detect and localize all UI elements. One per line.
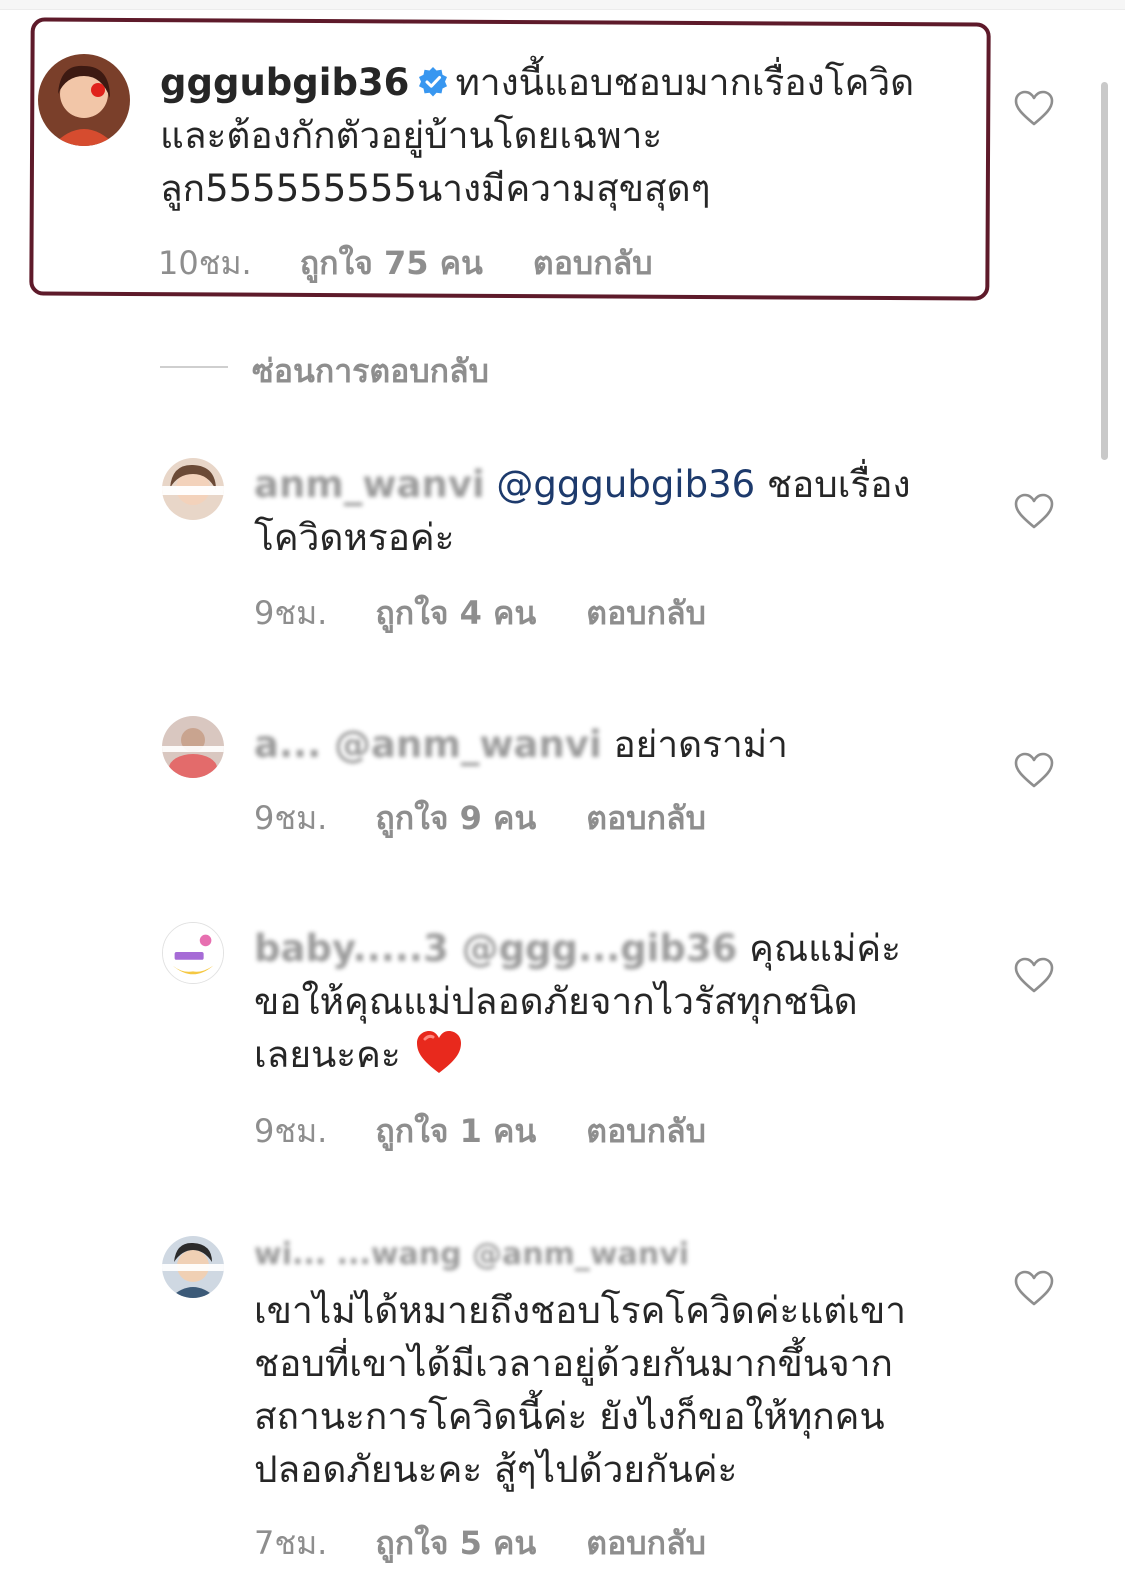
comment-body-line: เลยนะคะ bbox=[254, 1033, 401, 1076]
verified-badge-icon bbox=[417, 59, 449, 97]
comment-username[interactable]: gggubgib36 bbox=[160, 61, 409, 104]
comment-text: anm_wanvi @gggubgib36 ชอบเรื่อง โควิดหรอ… bbox=[254, 458, 974, 564]
comment-time: 9ชม. bbox=[254, 594, 328, 632]
comment-likes[interactable]: ถูกใจ 9 คน bbox=[375, 793, 536, 844]
comment-time: 9ชม. bbox=[254, 799, 328, 837]
comment-username[interactable]: baby.....3 @ggg...gib36 bbox=[254, 922, 737, 975]
comment-body: คุณแม่ค่ะ bbox=[749, 927, 902, 970]
comment-body-line: และต้องกักตัวอยู่บ้านโดยเฉพาะ bbox=[160, 114, 663, 157]
comment-body: ทางนี้แอบชอบมากเรื่องโควิด bbox=[455, 61, 915, 104]
like-heart-icon[interactable] bbox=[1014, 752, 1054, 788]
comment-body-line: สถานะการโควิดนี้ค่ะ ยังไงก็ขอให้ทุกคน bbox=[254, 1395, 885, 1438]
hide-replies-label: ซ่อนการตอบกลับ bbox=[252, 352, 489, 390]
comment-text: baby.....3 @ggg...gib36 คุณแม่ค่ะ ขอให้ค… bbox=[254, 922, 994, 1081]
comment-body-line: ปลอดภัยนะคะ สู้ๆไปด้วยกันค่ะ bbox=[254, 1448, 738, 1491]
avatar[interactable] bbox=[162, 458, 224, 520]
like-heart-icon[interactable] bbox=[1014, 90, 1054, 126]
comment-likes[interactable]: ถูกใจ 1 คน bbox=[375, 1106, 536, 1157]
comment-time: 10ชม. bbox=[158, 244, 252, 282]
comment-likes[interactable]: ถูกใจ 4 คน bbox=[375, 588, 536, 639]
avatar[interactable] bbox=[162, 716, 224, 778]
comment-time: 7ชม. bbox=[254, 1524, 328, 1562]
like-heart-icon[interactable] bbox=[1014, 1270, 1054, 1306]
comment-meta: 7ชม. ถูกใจ 5 คน ตอบกลับ bbox=[254, 1518, 706, 1569]
reply-button[interactable]: ตอบกลับ bbox=[533, 238, 653, 289]
comment-meta: 9ชม. ถูกใจ 4 คน ตอบกลับ bbox=[254, 588, 706, 639]
reply-button[interactable]: ตอบกลับ bbox=[586, 793, 706, 844]
comment-likes[interactable]: ถูกใจ 5 คน bbox=[375, 1518, 536, 1569]
reply-button[interactable]: ตอบกลับ bbox=[586, 1518, 706, 1569]
comment-body: อย่าดราม่า bbox=[613, 723, 788, 766]
comment-username[interactable]: a... @anm_wanvi bbox=[254, 718, 602, 771]
avatar[interactable] bbox=[162, 922, 224, 984]
comment-meta: 10ชม. ถูกใจ 75 คน ตอบกลับ bbox=[158, 238, 653, 289]
like-heart-icon[interactable] bbox=[1014, 493, 1054, 529]
comment-body-line: เขาไม่ได้หมายถึงชอบโรคโควิดค่ะแต่เขา bbox=[254, 1289, 907, 1332]
comment-meta: 9ชม. ถูกใจ 9 คน ตอบกลับ bbox=[254, 793, 706, 844]
like-heart-icon[interactable] bbox=[1014, 957, 1054, 993]
comment-body-line: โควิดหรอค่ะ bbox=[254, 516, 455, 559]
comment-likes[interactable]: ถูกใจ 75 คน bbox=[300, 238, 483, 289]
comment-time: 9ชม. bbox=[254, 1112, 328, 1150]
divider-line bbox=[160, 366, 228, 368]
comments-screen: gggubgib36 ทางนี้แอบชอบมากเรื่องโควิด และ… bbox=[0, 0, 1125, 1579]
scrollbar[interactable] bbox=[1101, 82, 1108, 460]
top-edge bbox=[0, 0, 1125, 10]
comment-text: wi... ...wang @anm_wanvi เขาไม่ได้หมายถึ… bbox=[254, 1230, 1014, 1496]
comment-body-line: ชอบที่เขาได้มีเวลาอยู่ด้วยกันมากขึ้นจาก bbox=[254, 1342, 893, 1385]
comment-text: gggubgib36 ทางนี้แอบชอบมากเรื่องโควิด และ… bbox=[160, 56, 980, 215]
comment-username[interactable]: anm_wanvi bbox=[254, 458, 485, 511]
mention-link[interactable]: @gggubgib36 bbox=[496, 463, 755, 506]
reply-button[interactable]: ตอบกลับ bbox=[586, 1106, 706, 1157]
comment-body-line: ลูก555555555นางมีความสุขสุดๆ bbox=[160, 167, 711, 210]
red-heart-emoji-icon bbox=[415, 1029, 463, 1075]
avatar[interactable] bbox=[162, 1236, 224, 1298]
comment-username[interactable]: wi... ...wang @anm_wanvi bbox=[254, 1230, 689, 1280]
avatar[interactable] bbox=[38, 54, 130, 146]
comment-text: a... @anm_wanvi อย่าดราม่า bbox=[254, 718, 974, 771]
comment-body-line: ขอให้คุณแม่ปลอดภัยจากไวรัสทุกชนิด bbox=[254, 980, 858, 1023]
comment-body: ชอบเรื่อง bbox=[766, 463, 911, 506]
reply-button[interactable]: ตอบกลับ bbox=[586, 588, 706, 639]
comment-meta: 9ชม. ถูกใจ 1 คน ตอบกลับ bbox=[254, 1106, 706, 1157]
